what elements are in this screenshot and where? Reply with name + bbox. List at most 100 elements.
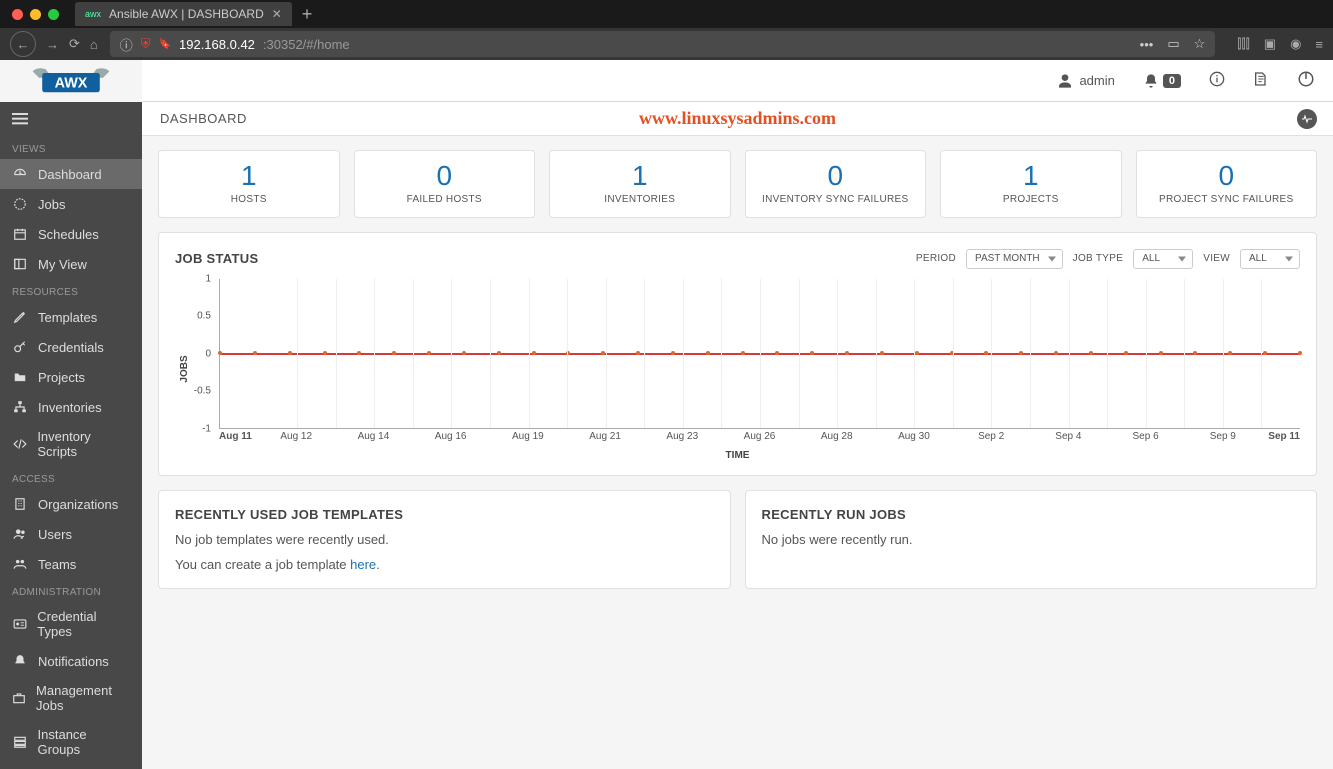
reload-button[interactable]: ⟳ <box>69 36 80 52</box>
account-icon[interactable]: ◉ <box>1290 36 1301 52</box>
pencil-icon <box>12 309 28 325</box>
address-bar[interactable]: ⓘ ⛨ 🔖 192.168.0.42 :30352/#/home ••• ▭ ☆ <box>110 31 1216 57</box>
sidebar-item-credentials[interactable]: Credentials <box>0 332 142 362</box>
card-value: 0 <box>754 161 918 192</box>
chart-yticks: -1-0.500.51 <box>175 279 215 429</box>
power-icon <box>1297 70 1315 88</box>
sidebar-item-management-jobs[interactable]: Management Jobs <box>0 676 142 720</box>
logo[interactable]: AWX <box>0 60 142 102</box>
summary-card[interactable]: 1HOSTS <box>158 150 340 218</box>
sidebar-item-label: Organizations <box>38 497 118 512</box>
sidebar-item-label: Inventories <box>38 400 102 415</box>
sidebar-item-projects[interactable]: Projects <box>0 362 142 392</box>
activity-stream-button[interactable] <box>1297 109 1317 129</box>
username: admin <box>1079 73 1114 88</box>
sidebar-item-label: Inventory Scripts <box>37 429 130 459</box>
sidebar-item-organizations[interactable]: Organizations <box>0 489 142 519</box>
card-label: HOSTS <box>167 194 331 205</box>
browser-tab[interactable]: awx Ansible AWX | DASHBOARD ✕ <box>75 2 292 26</box>
sidebar-item-label: Jobs <box>38 197 65 212</box>
logout-button[interactable] <box>1297 70 1315 91</box>
sidebar-item-myview[interactable]: My View <box>0 249 142 279</box>
bell-icon <box>12 653 28 669</box>
close-tab-icon[interactable]: ✕ <box>272 7 282 21</box>
awx-header: AWX admin 0 <box>0 60 1333 102</box>
sidebar-item-inventories[interactable]: Inventories <box>0 392 142 422</box>
window-maximize-icon[interactable] <box>48 9 59 20</box>
sidebar-item-templates[interactable]: Templates <box>0 302 142 332</box>
notifications-button[interactable]: 0 <box>1143 73 1181 89</box>
create-template-link[interactable]: here <box>350 557 376 572</box>
book-icon <box>1253 71 1269 87</box>
url-path: :30352/#/home <box>263 37 350 52</box>
tag-icon: 🔖 <box>159 39 171 50</box>
ellipsis-icon[interactable]: ••• <box>1140 37 1154 52</box>
sidebar-toggle[interactable] <box>0 102 142 136</box>
view-select[interactable]: ALL <box>1240 249 1300 269</box>
card-label: PROJECTS <box>949 194 1113 205</box>
sidebar-item-credential-types[interactable]: Credential Types <box>0 602 142 646</box>
key-icon <box>12 339 28 355</box>
bell-icon <box>1143 73 1159 89</box>
info-icon[interactable]: ⓘ <box>120 35 133 54</box>
recent-templates-create: You can create a job template here. <box>175 557 714 572</box>
shield-icon[interactable]: ⛨ <box>141 36 151 52</box>
card-value: 0 <box>363 161 527 192</box>
job-status-panel: JOB STATUS PERIOD PAST MONTH JOB TYPE AL… <box>158 232 1317 476</box>
docs-button[interactable] <box>1253 71 1269 90</box>
menu-icon[interactable]: ≡ <box>1315 37 1323 52</box>
bookmark-icon[interactable]: ☆ <box>1194 36 1206 52</box>
tab-strip: awx Ansible AWX | DASHBOARD ✕ + <box>0 0 1333 28</box>
job-status-title: JOB STATUS <box>175 251 258 266</box>
window-minimize-icon[interactable] <box>30 9 41 20</box>
jobtype-select[interactable]: ALL <box>1133 249 1193 269</box>
summary-card[interactable]: 1 INVENTORIES <box>549 150 731 218</box>
user-menu[interactable]: admin <box>1057 73 1114 89</box>
summary-card[interactable]: 0INVENTORY SYNC FAILURES <box>745 150 927 218</box>
card-value: 0 <box>1145 161 1309 192</box>
main-content: DASHBOARD www.linuxsysadmins.com 1HOSTS0… <box>142 102 1333 769</box>
card-label: INVENTORIES <box>558 194 722 205</box>
sidebar-item-jobs[interactable]: Jobs <box>0 189 142 219</box>
sidebar-item-instance-groups[interactable]: Instance Groups <box>0 720 142 764</box>
summary-card[interactable]: 1PROJECTS <box>940 150 1122 218</box>
recent-templates-empty: No job templates were recently used. <box>175 532 714 547</box>
page-header: DASHBOARD www.linuxsysadmins.com <box>142 102 1333 136</box>
page-title: DASHBOARD <box>160 111 247 126</box>
user-icon <box>1057 73 1073 89</box>
sidebar-item-inventory-scripts[interactable]: Inventory Scripts <box>0 422 142 466</box>
users-icon <box>12 526 28 542</box>
back-button[interactable]: ← <box>10 31 36 57</box>
library-icon[interactable]: ⫿⫿⫿ <box>1237 36 1249 52</box>
sidebar-section-views: VIEWS <box>0 136 142 159</box>
chart-area <box>219 279 1300 429</box>
sidebar-item-schedules[interactable]: Schedules <box>0 219 142 249</box>
svg-text:AWX: AWX <box>55 75 88 91</box>
sidebar-item-applications[interactable]: Applications <box>0 764 142 769</box>
protection-icon[interactable]: ▭ <box>1167 36 1179 52</box>
forward-button[interactable]: → <box>46 37 59 52</box>
chart-xlabel: TIME <box>726 450 750 461</box>
about-button[interactable] <box>1209 71 1225 90</box>
sidebar-item-teams[interactable]: Teams <box>0 549 142 579</box>
tab-title: Ansible AWX | DASHBOARD <box>109 7 264 21</box>
window-close-icon[interactable] <box>12 9 23 20</box>
heartbeat-icon <box>1301 113 1313 125</box>
period-select[interactable]: PAST MONTH <box>966 249 1063 269</box>
sidebar-toggle-icon[interactable]: ▣ <box>1264 36 1276 52</box>
card-value: 1 <box>558 161 722 192</box>
sidebar-item-label: Templates <box>38 310 97 325</box>
building-icon <box>12 496 28 512</box>
home-button[interactable]: ⌂ <box>90 37 98 52</box>
sidebar-item-notifications[interactable]: Notifications <box>0 646 142 676</box>
dashboard-icon <box>12 166 28 182</box>
new-tab-button[interactable]: + <box>302 4 313 25</box>
sidebar-item-label: My View <box>38 257 87 272</box>
users-icon <box>12 556 28 572</box>
sidebar-item-dashboard[interactable]: Dashboard <box>0 159 142 189</box>
summary-card[interactable]: 0PROJECT SYNC FAILURES <box>1136 150 1318 218</box>
summary-card[interactable]: 0FAILED HOSTS <box>354 150 536 218</box>
sidebar-item-users[interactable]: Users <box>0 519 142 549</box>
url-host: 192.168.0.42 <box>179 37 255 52</box>
sidebar-section-access: ACCESS <box>0 466 142 489</box>
